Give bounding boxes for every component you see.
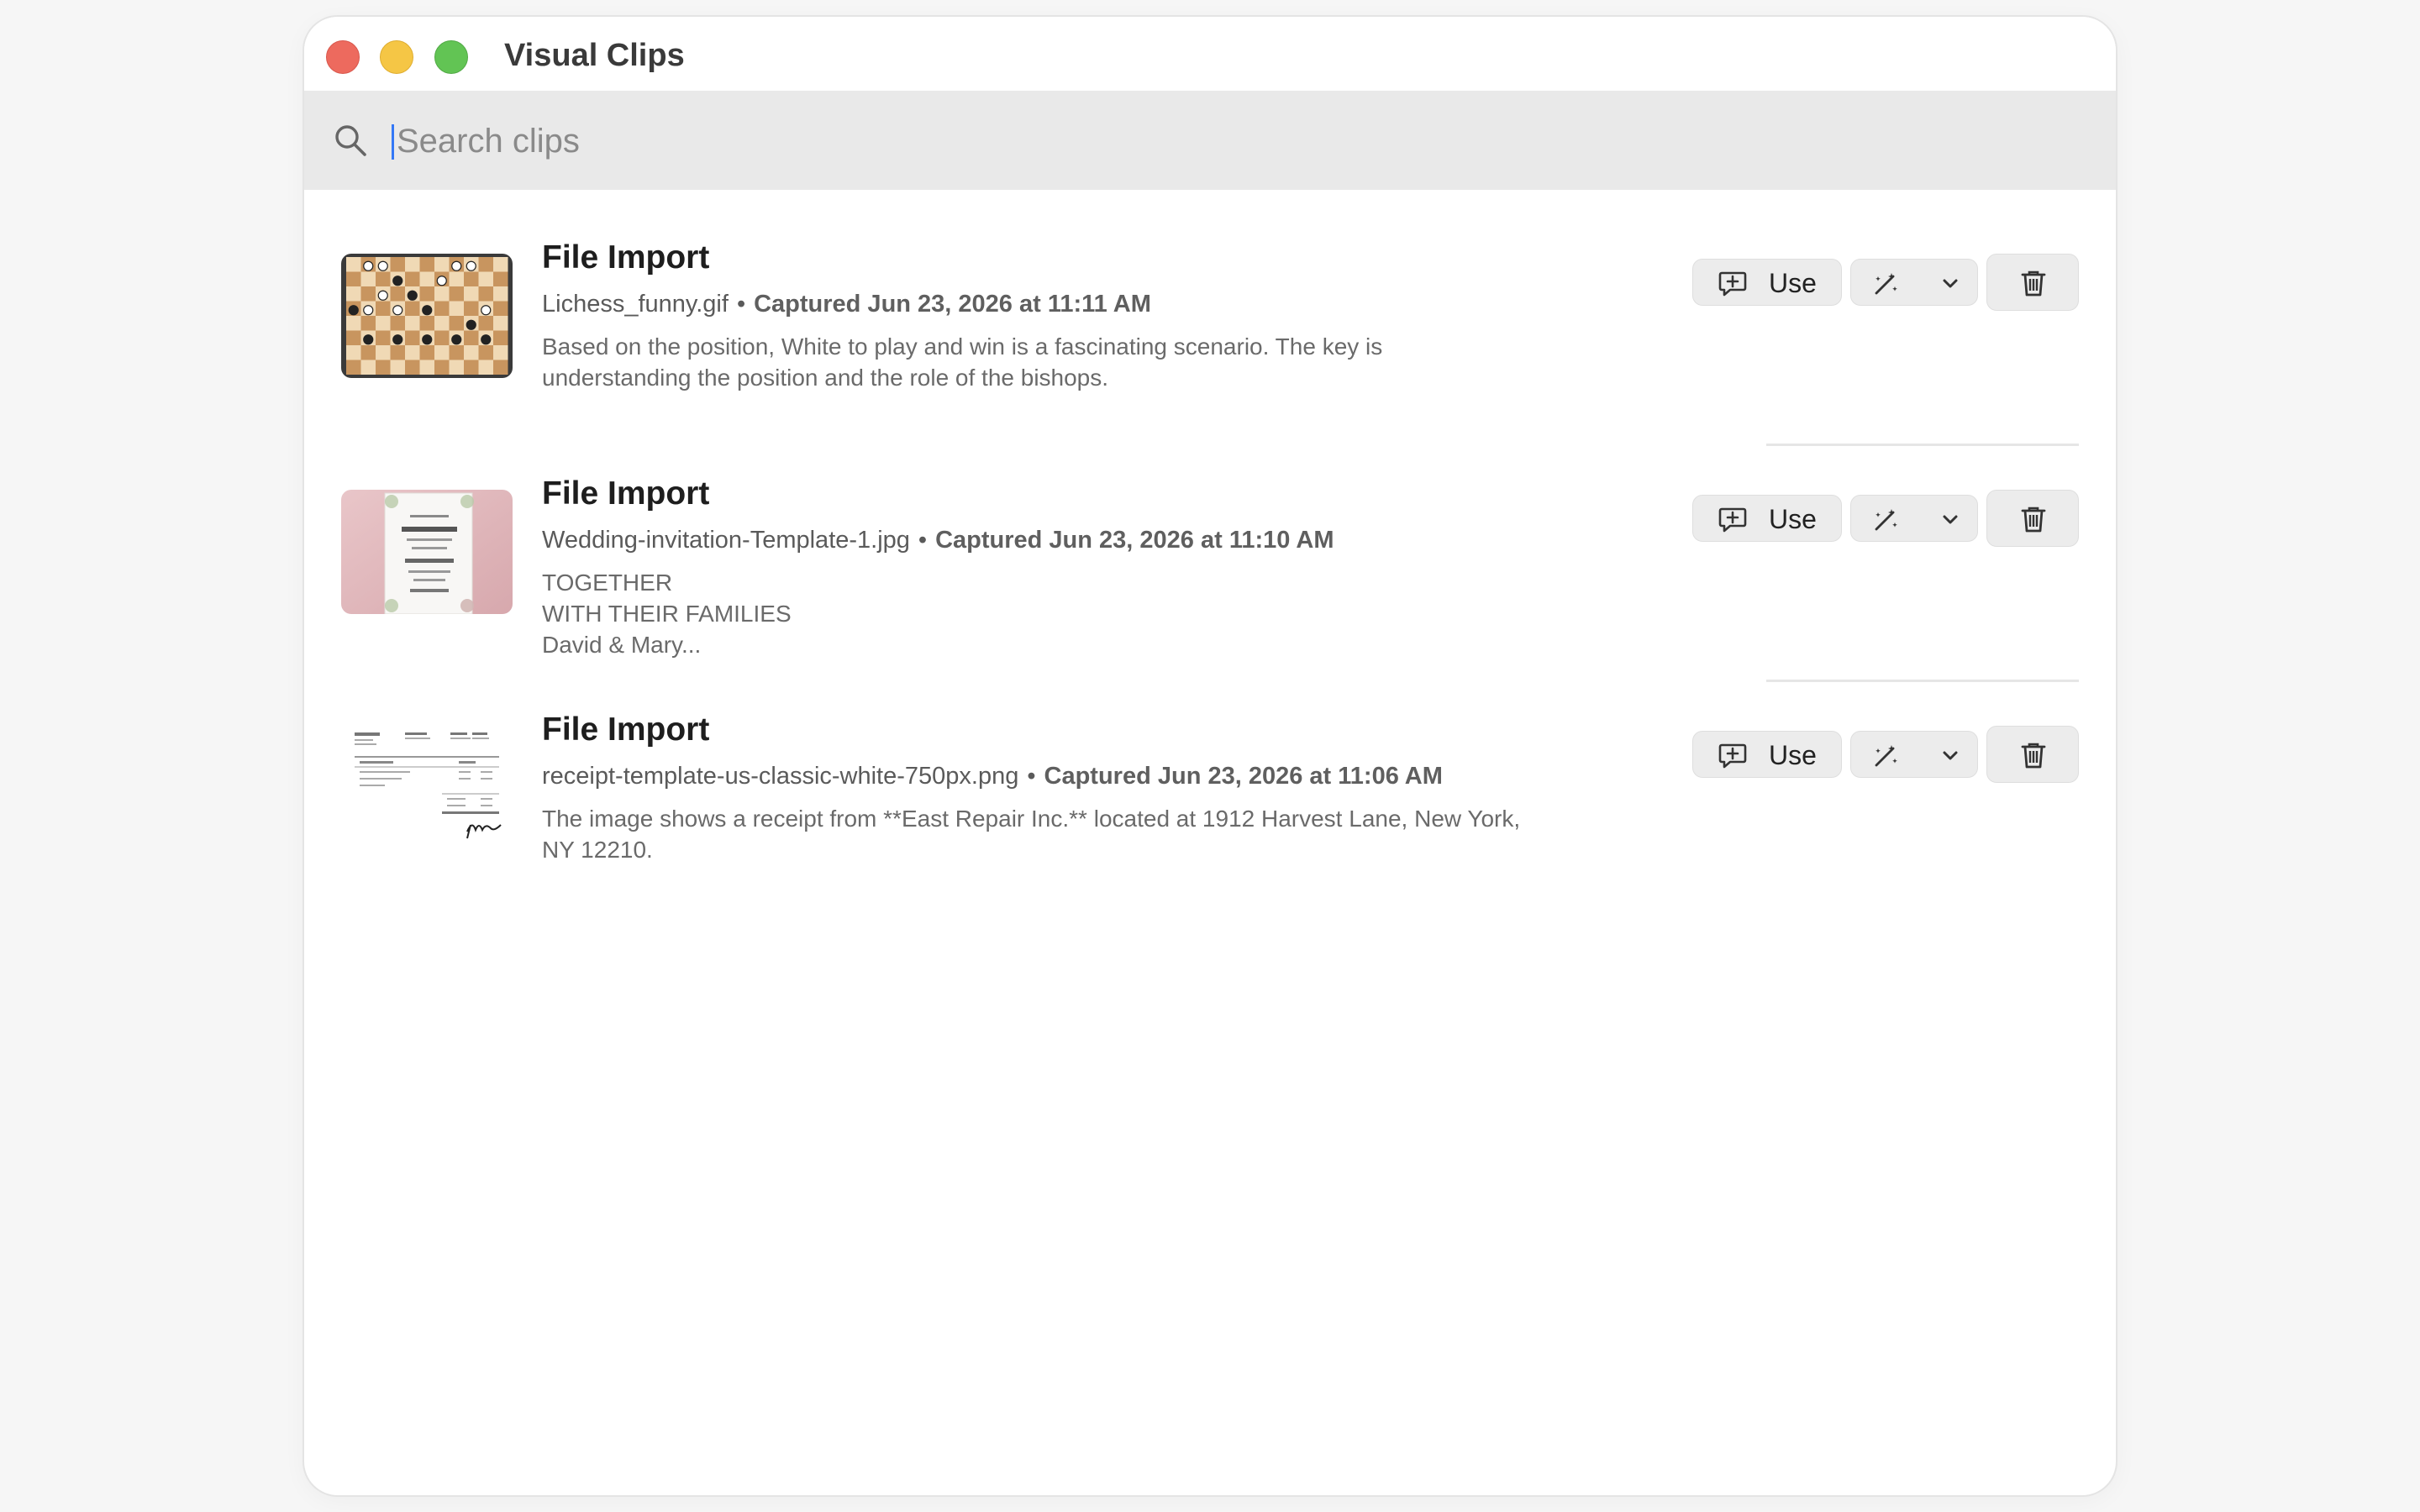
add-comment-icon: [1718, 271, 1747, 297]
meta-separator: •: [1027, 763, 1036, 790]
clip-title: File Import: [542, 711, 710, 748]
chevron-down-icon[interactable]: [1940, 273, 1960, 293]
use-button-label: Use: [1769, 268, 1817, 298]
clip-captured-date: Captured Jun 23, 2026 at 11:06 AM: [1044, 763, 1443, 790]
minimize-window-button[interactable]: [380, 40, 413, 74]
clip-item[interactable]: File Import Wedding-invitation-Template-…: [304, 473, 2116, 708]
trash-icon: [2021, 743, 2046, 769]
search-bar: [304, 91, 2116, 190]
close-window-button[interactable]: [326, 40, 360, 74]
clip-item[interactable]: File Import Lichess_funny.gif • Captured J…: [304, 237, 2116, 472]
use-button-label: Use: [1769, 740, 1817, 770]
add-comment-icon: [1718, 507, 1747, 533]
clip-captured-date: Captured Jun 23, 2026 at 11:11 AM: [754, 291, 1151, 318]
magic-wand-icon: [1875, 273, 1897, 295]
chevron-down-icon[interactable]: [1940, 745, 1960, 765]
magic-wand-icon: [1875, 745, 1897, 767]
trash-icon: [2021, 270, 2046, 297]
use-button[interactable]: Use: [1692, 259, 1842, 306]
maximize-window-button[interactable]: [434, 40, 468, 74]
delete-button[interactable]: [1986, 490, 2079, 547]
titlebar: Visual Clips: [304, 17, 2116, 91]
clip-thumbnail-invitation: [341, 490, 513, 614]
meta-separator: •: [736, 291, 746, 318]
chevron-down-icon[interactable]: [1940, 509, 1960, 529]
use-button-label: Use: [1769, 504, 1817, 534]
clip-title: File Import: [542, 475, 710, 512]
magic-wand-icon: [1875, 509, 1897, 531]
visual-clips-window: Visual Clips File Import Lichess_funny.g…: [304, 17, 2116, 1495]
window-title: Visual Clips: [504, 38, 685, 73]
delete-button[interactable]: [1986, 254, 2079, 311]
clip-title: File Import: [542, 239, 710, 276]
use-button[interactable]: Use: [1692, 495, 1842, 542]
clip-divider: [1766, 680, 2079, 682]
clip-description: The image shows a receipt from **East Re…: [542, 806, 1521, 863]
clip-meta: Wedding-invitation-Template-1.jpg • Captur…: [542, 523, 1334, 557]
meta-separator: •: [918, 527, 928, 554]
clip-meta: Lichess_funny.gif • Captured Jun 23, 2026 …: [542, 287, 1151, 321]
clip-thumbnail-chess: [341, 254, 513, 378]
add-comment-icon: [1718, 743, 1747, 769]
search-input[interactable]: [392, 116, 1988, 166]
clip-description: TOGETHER WITH THEIR FAMILIES David & Mar…: [542, 570, 792, 658]
clip-filename: Lichess_funny.gif: [542, 291, 729, 318]
clip-item[interactable]: File Import receipt-template-us-classic-…: [304, 709, 2116, 944]
use-button[interactable]: Use: [1692, 731, 1842, 778]
search-icon: [335, 125, 366, 156]
clip-description: Based on the position, White to play and…: [542, 333, 1383, 391]
magic-actions-button[interactable]: [1850, 731, 1978, 778]
trash-icon: [2021, 507, 2046, 533]
magic-actions-button[interactable]: [1850, 495, 1978, 542]
clip-filename: Wedding-invitation-Template-1.jpg: [542, 527, 910, 554]
clip-captured-date: Captured Jun 23, 2026 at 11:10 AM: [935, 527, 1334, 554]
clip-filename: receipt-template-us-classic-white-750px.…: [542, 763, 1019, 790]
magic-actions-button[interactable]: [1850, 259, 1978, 306]
clip-meta: receipt-template-us-classic-white-750px.…: [542, 759, 1443, 793]
delete-button[interactable]: [1986, 726, 2079, 783]
clip-divider: [1766, 444, 2079, 446]
clip-thumbnail-receipt: [341, 726, 513, 850]
